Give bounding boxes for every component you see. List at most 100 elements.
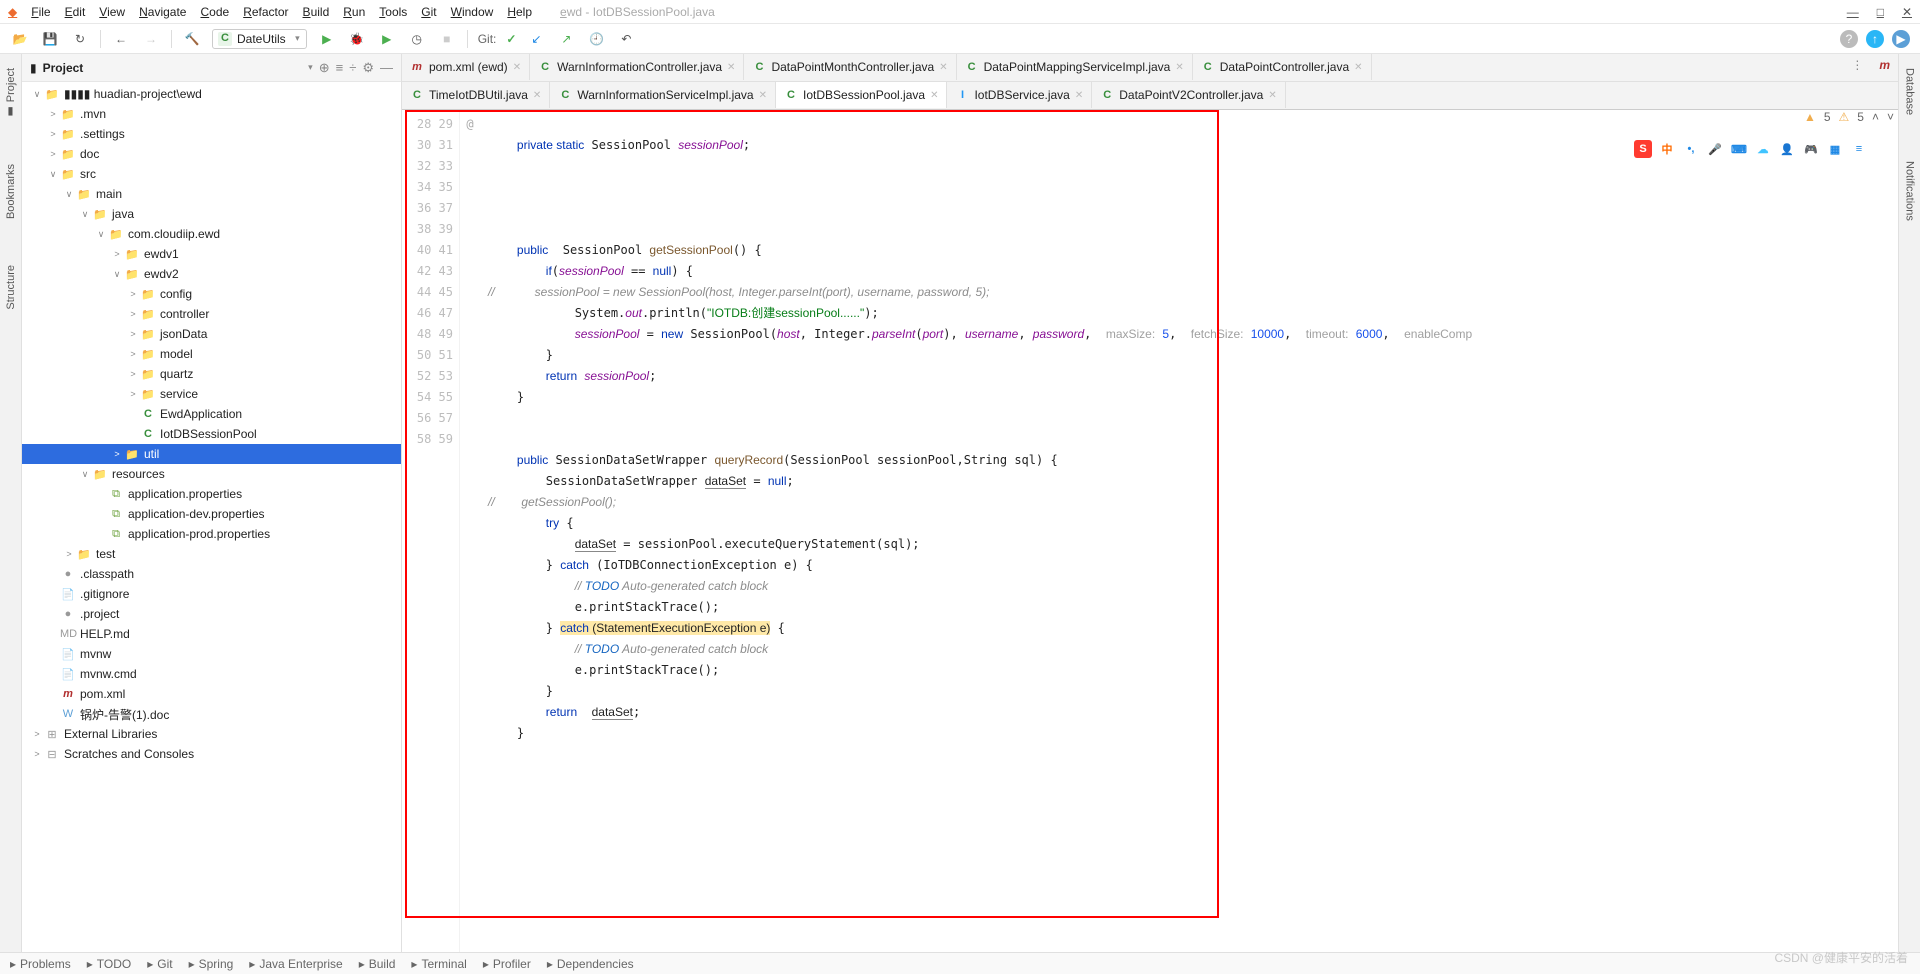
git-rollback-icon[interactable]: ↶ (616, 29, 636, 49)
right-tab-notifications[interactable]: Notifications (1902, 153, 1918, 229)
tree-node[interactable]: m pom.xml (22, 684, 401, 704)
footer-tab[interactable]: ▸Spring (189, 957, 234, 971)
collapse-all-icon[interactable]: ÷ (349, 60, 356, 75)
tree-node[interactable]: ⧉ application-prod.properties (22, 524, 401, 544)
tree-node[interactable]: > 📁 .mvn (22, 104, 401, 124)
menu-navigate[interactable]: Navigate (139, 5, 186, 19)
menu-edit[interactable]: Edit (65, 5, 86, 19)
footer-tab[interactable]: ▸Terminal (411, 957, 466, 971)
tree-node[interactable]: ⧉ application.properties (22, 484, 401, 504)
tree-node[interactable]: ● .classpath (22, 564, 401, 584)
menu-refactor[interactable]: Refactor (243, 5, 288, 19)
select-opened-icon[interactable]: ⊕ (319, 60, 330, 76)
editor-tab[interactable]: C DataPointMonthController.java ✕ (744, 54, 956, 80)
git-update-icon[interactable]: ↙ (526, 29, 546, 49)
profile-icon[interactable]: ◷ (407, 29, 427, 49)
code-editor[interactable]: private static SessionPool sessionPool; … (480, 110, 1898, 952)
editor-tab[interactable]: C WarnInformationController.java ✕ (530, 54, 744, 80)
expand-all-icon[interactable]: ≡ (336, 60, 344, 75)
editor-tab[interactable]: C DataPointV2Controller.java ✕ (1092, 82, 1285, 108)
tree-node[interactable]: ∨ 📁 main (22, 184, 401, 204)
run-config-selector[interactable]: DateUtils (212, 29, 307, 49)
close-tab-icon[interactable]: ✕ (1268, 90, 1276, 101)
close-tab-icon[interactable]: ✕ (939, 62, 947, 73)
updates-icon[interactable]: ↑ (1866, 30, 1884, 48)
git-commit-icon[interactable]: ✓ (506, 32, 516, 46)
help-icon[interactable]: ? (1840, 30, 1858, 48)
tree-node[interactable]: > 📁 config (22, 284, 401, 304)
close-tab-icon[interactable]: ✕ (533, 90, 541, 101)
tree-node[interactable]: > 📁 .settings (22, 124, 401, 144)
tree-node[interactable]: > 📁 jsonData (22, 324, 401, 344)
editor-tab[interactable]: C DataPointMappingServiceImpl.java ✕ (957, 54, 1193, 80)
view-dropdown-icon[interactable]: ▾ (308, 62, 313, 73)
footer-tab[interactable]: ▸TODO (87, 957, 131, 971)
close-tab-icon[interactable]: ✕ (727, 62, 735, 73)
back-icon[interactable]: ← (111, 29, 131, 49)
run-icon[interactable]: ▶ (317, 29, 337, 49)
tree-node[interactable]: > ⊞ External Libraries (22, 724, 401, 744)
tree-node[interactable]: MD HELP.md (22, 624, 401, 644)
maven-icon[interactable]: m (1871, 54, 1898, 81)
tree-node[interactable]: > 📁 service (22, 384, 401, 404)
footer-tab[interactable]: ▸Problems (10, 957, 71, 971)
hide-icon[interactable]: — (380, 60, 393, 75)
tree-node[interactable]: 📄 mvnw (22, 644, 401, 664)
right-tab-database[interactable]: Database (1902, 60, 1918, 123)
menu-file[interactable]: File (31, 5, 50, 19)
maximize-button[interactable]: □ (1877, 5, 1884, 19)
tree-node[interactable]: ∨ 📁 java (22, 204, 401, 224)
editor-tab[interactable]: C TimeIotDBUtil.java ✕ (402, 82, 550, 108)
inspect-down-icon[interactable]: ˅ (1887, 110, 1894, 124)
gutter-marks[interactable]: @ (460, 110, 480, 952)
tree-node[interactable]: W 锅炉-告警(1).doc (22, 704, 401, 724)
inspect-up-icon[interactable]: ˄ (1872, 110, 1879, 124)
footer-tab[interactable]: ▸Profiler (483, 957, 531, 971)
line-number-gutter[interactable]: 28 29 30 31 32 33 34 35 36 37 38 39 40 4… (402, 110, 460, 952)
save-icon[interactable]: 💾 (40, 29, 60, 49)
close-button[interactable]: ✕ (1902, 5, 1912, 19)
tree-node[interactable]: ∨ 📁 ewdv2 (22, 264, 401, 284)
menu-help[interactable]: Help (507, 5, 532, 19)
sync-icon[interactable]: ↻ (70, 29, 90, 49)
tree-node[interactable]: ● .project (22, 604, 401, 624)
footer-tab[interactable]: ▸Build (359, 957, 396, 971)
build-icon[interactable]: 🔨 (182, 29, 202, 49)
footer-tab[interactable]: ▸Dependencies (547, 957, 634, 971)
left-tab-bookmarks[interactable]: Bookmarks (3, 156, 19, 227)
tree-node[interactable]: C EwdApplication (22, 404, 401, 424)
menu-git[interactable]: Git (421, 5, 436, 19)
minimize-button[interactable]: — (1847, 5, 1859, 19)
tree-node[interactable]: > 📁 model (22, 344, 401, 364)
menu-code[interactable]: Code (200, 5, 229, 19)
tree-node[interactable]: > ⊟ Scratches and Consoles (22, 744, 401, 764)
close-tab-icon[interactable]: ✕ (1354, 62, 1362, 73)
project-view-icon[interactable]: ▮ (30, 61, 37, 75)
tree-node[interactable]: > 📁 test (22, 544, 401, 564)
git-history-icon[interactable]: 🕘 (586, 29, 606, 49)
debug-icon[interactable]: 🐞 (347, 29, 367, 49)
left-tab-project[interactable]: ▮ Project (2, 60, 19, 126)
forward-icon[interactable]: → (141, 29, 161, 49)
tree-node[interactable]: 📄 .gitignore (22, 584, 401, 604)
stop-icon[interactable]: ■ (437, 29, 457, 49)
tree-node[interactable]: ⧉ application-dev.properties (22, 504, 401, 524)
tree-node[interactable]: > 📁 util (22, 444, 401, 464)
tree-node[interactable]: ∨ 📁 com.cloudiip.ewd (22, 224, 401, 244)
tree-node[interactable]: > 📁 controller (22, 304, 401, 324)
menu-tools[interactable]: Tools (379, 5, 407, 19)
editor-tab[interactable]: C IotDBSessionPool.java ✕ (776, 82, 947, 108)
menu-view[interactable]: View (99, 5, 125, 19)
footer-tab[interactable]: ▸Git (147, 957, 172, 971)
menu-run[interactable]: Run (343, 5, 365, 19)
menu-build[interactable]: Build (303, 5, 330, 19)
editor-tab[interactable]: m pom.xml (ewd) ✕ (402, 54, 530, 80)
open-icon[interactable]: 📂 (10, 29, 30, 49)
footer-tab[interactable]: ▸Java Enterprise (249, 957, 342, 971)
editor-tab[interactable]: C WarnInformationServiceImpl.java ✕ (550, 82, 776, 108)
coverage-icon[interactable]: ▶ (377, 29, 397, 49)
ide-icon[interactable]: ▶ (1892, 30, 1910, 48)
left-tab-structure[interactable]: Structure (3, 257, 19, 318)
tree-node[interactable]: ∨ 📁 ▮▮▮▮ huadian-project\ewd (22, 84, 401, 104)
inspection-widget[interactable]: ▲5 ⚠5 ˄ ˅ (1804, 110, 1894, 124)
